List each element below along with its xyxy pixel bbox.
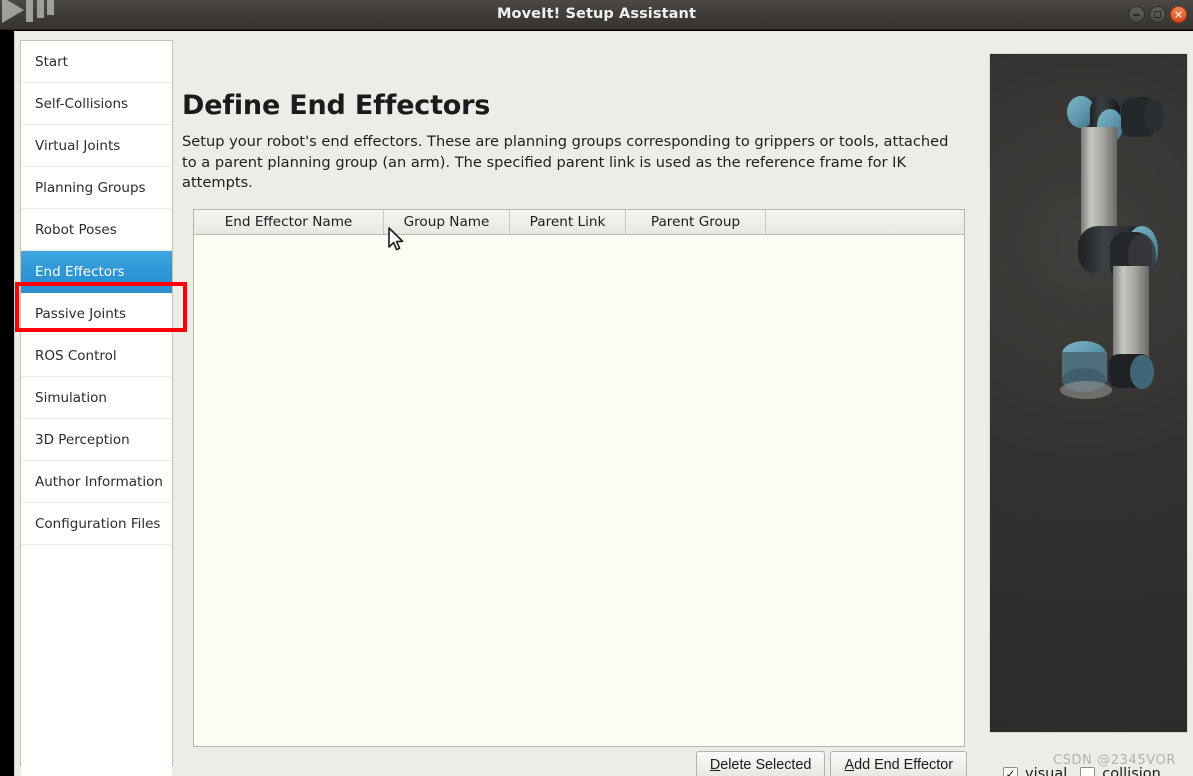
sidebar-item-label: Self-Collisions <box>35 96 129 112</box>
maximize-icon <box>1154 11 1161 18</box>
table-header-filler <box>766 210 964 234</box>
close-button[interactable]: × <box>1170 6 1187 23</box>
sidebar-item-planning-groups[interactable]: Planning Groups <box>21 167 172 209</box>
sidebar-item-ros-control[interactable]: ROS Control <box>21 335 172 377</box>
sidebar-empty-area <box>21 545 172 776</box>
sidebar-item-label: Simulation <box>35 390 107 406</box>
sidebar-item-passive-joints[interactable]: Passive Joints <box>21 293 172 335</box>
robot-render-panel[interactable] <box>989 53 1188 733</box>
sidebar-item-label: Passive Joints <box>35 306 127 322</box>
add-button-label: dd End Effector <box>854 757 953 773</box>
sidebar-item-label: ROS Control <box>35 348 117 364</box>
sidebar-item-label: Configuration Files <box>35 516 161 532</box>
sidebar-item-author-information[interactable]: Author Information <box>21 461 172 503</box>
sidebar-item-virtual-joints[interactable]: Virtual Joints <box>21 125 172 167</box>
sidebar-item-label: End Effectors <box>35 264 125 280</box>
visual-checkbox[interactable]: ✓ <box>1003 766 1018 776</box>
delete-selected-button[interactable]: Delete Selected <box>695 751 826 776</box>
robot-arm-model <box>1060 96 1164 399</box>
add-end-effector-button[interactable]: Add End Effector <box>830 751 967 776</box>
end-effectors-table[interactable]: End Effector Name Group Name Parent Link… <box>193 209 965 747</box>
delete-button-label: elete Selected <box>720 757 812 773</box>
window-body: Start Self-Collisions Virtual Joints Pla… <box>14 31 1193 776</box>
sidebar-item-start[interactable]: Start <box>21 41 172 83</box>
sidebar-item-3d-perception[interactable]: 3D Perception <box>21 419 172 461</box>
sidebar-item-end-effectors[interactable]: End Effectors <box>21 251 172 293</box>
page-title: Define End Effectors <box>182 90 491 121</box>
window-title: MoveIt! Setup Assistant <box>497 6 696 22</box>
sidebar-item-label: Planning Groups <box>35 180 146 196</box>
sidebar-item-simulation[interactable]: Simulation <box>21 377 172 419</box>
watermark-text: CSDN @2345VOR <box>1053 753 1177 768</box>
mouse-cursor <box>388 227 404 251</box>
sidebar-item-label: Robot Poses <box>35 222 117 238</box>
main-content: Define End Effectors Setup your robot's … <box>181 40 981 776</box>
moveit-logo-icon <box>0 0 62 26</box>
add-button-mnemonic: A <box>844 757 855 773</box>
page-description: Setup your robot's end effectors. These … <box>182 133 949 191</box>
minimize-icon <box>1133 13 1140 16</box>
table-header-parent-group[interactable]: Parent Group <box>626 210 766 234</box>
navigation-sidebar[interactable]: Start Self-Collisions Virtual Joints Pla… <box>20 40 173 776</box>
close-icon: × <box>1173 7 1184 21</box>
delete-button-mnemonic: D <box>709 757 721 773</box>
minimize-button[interactable] <box>1128 6 1145 23</box>
sidebar-item-self-collisions[interactable]: Self-Collisions <box>21 83 172 125</box>
sidebar-item-label: Start <box>35 54 68 70</box>
window-controls: × <box>1128 6 1187 23</box>
sidebar-item-configuration-files[interactable]: Configuration Files <box>21 503 172 545</box>
table-header-row: End Effector Name Group Name Parent Link… <box>194 210 964 235</box>
sidebar-item-robot-poses[interactable]: Robot Poses <box>21 209 172 251</box>
table-header-end-effector-name[interactable]: End Effector Name <box>194 210 384 234</box>
action-button-row: Delete Selected Add End Effector <box>695 751 967 776</box>
moveit-setup-assistant-window: MoveIt! Setup Assistant × Start Self-Col… <box>0 0 1193 776</box>
sidebar-item-label: Virtual Joints <box>35 138 121 154</box>
maximize-button[interactable] <box>1149 6 1166 23</box>
table-empty-state <box>194 235 964 746</box>
sidebar-item-label: Author Information <box>35 474 163 490</box>
sidebar-item-label: 3D Perception <box>35 432 130 448</box>
table-header-parent-link[interactable]: Parent Link <box>510 210 626 234</box>
title-bar[interactable]: MoveIt! Setup Assistant × <box>0 0 1193 30</box>
table-body[interactable] <box>194 235 964 746</box>
